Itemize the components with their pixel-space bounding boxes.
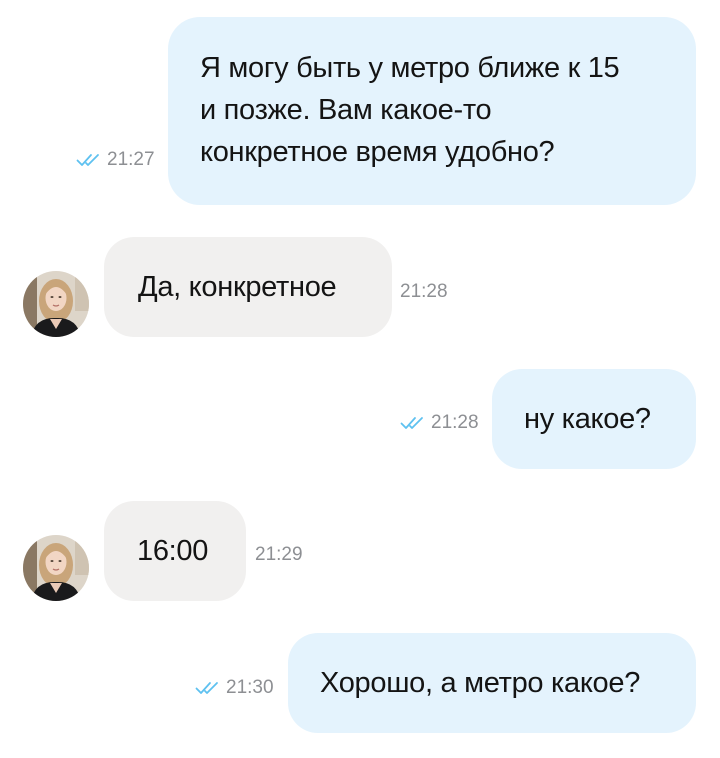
message-text: Да, конкретное [138,271,337,303]
message-time: 21:30 [226,677,274,698]
contact-avatar[interactable] [23,535,89,601]
message-time: 21:29 [255,544,303,565]
message-text: 16:00 [137,535,209,567]
message-meta: 21:28 [400,281,448,303]
contact-avatar[interactable] [23,271,89,337]
message-time: 21:27 [107,149,155,170]
message-meta: 21:28 [400,412,479,434]
message-meta: 21:27 [76,149,155,171]
message-text: Я могу быть у метро ближе к 15 и позже. … [200,52,620,168]
message-time: 21:28 [400,281,448,302]
message-text: ну какое? [524,403,651,435]
outgoing-message-bubble[interactable]: ну какое? [492,369,696,469]
outgoing-message-bubble[interactable]: Я могу быть у метро ближе к 15 и позже. … [168,17,696,205]
message-time: 21:28 [431,412,479,433]
incoming-message-bubble[interactable]: Да, конкретное [104,237,392,337]
message-text: Хорошо, а метро какое? [320,667,641,699]
double-check-read-icon [195,680,222,696]
incoming-message-bubble[interactable]: 16:00 [104,501,246,601]
outgoing-message-bubble[interactable]: Хорошо, а метро какое? [288,633,696,733]
message-meta: 21:30 [195,677,274,699]
double-check-read-icon [400,415,427,431]
message-meta: 21:29 [255,544,303,566]
double-check-read-icon [76,152,103,168]
